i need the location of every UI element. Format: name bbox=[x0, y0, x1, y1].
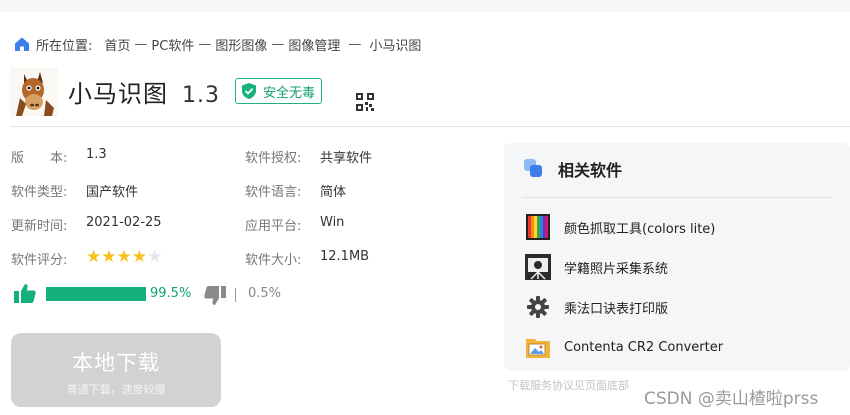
breadcrumb-separator: — bbox=[348, 36, 362, 52]
star-filled-icon: ★ bbox=[101, 247, 117, 267]
local-download-button[interactable]: 本地下载 普通下载，速度较慢 bbox=[11, 333, 221, 407]
breadcrumb-pc-software[interactable]: PC软件 bbox=[151, 35, 194, 54]
updated-value: 2021-02-25 bbox=[86, 215, 162, 230]
breadcrumb-separator: — bbox=[198, 36, 212, 52]
downvote-percent: 0.5% bbox=[248, 286, 282, 301]
safe-badge-label: 安全无毒 bbox=[263, 85, 316, 101]
header-divider bbox=[10, 126, 850, 127]
page-title: 小马识图 1.3 bbox=[68, 74, 220, 109]
breadcrumb-separator: — bbox=[134, 36, 148, 52]
folder-image-icon bbox=[524, 333, 552, 361]
star-filled-icon: ★ bbox=[131, 247, 147, 267]
related-item[interactable]: 学籍照片采集系统 bbox=[524, 253, 668, 281]
size-label: 软件大小: bbox=[245, 253, 302, 268]
related-item-label: Contenta CR2 Converter bbox=[564, 339, 724, 355]
safe-badge: 安全无毒 bbox=[235, 78, 323, 104]
updated-label: 更新时间: bbox=[11, 219, 68, 234]
thumbs-down-icon[interactable] bbox=[204, 286, 226, 306]
download-agreement-notice: 下载服务协议见页面底部 bbox=[508, 379, 629, 392]
download-button-sublabel: 普通下载，速度较慢 bbox=[66, 383, 166, 396]
software-version: 1.3 bbox=[182, 83, 220, 108]
platform-value: Win bbox=[320, 215, 345, 230]
related-title: 相关软件 bbox=[558, 161, 623, 180]
language-value: 简体 bbox=[320, 185, 347, 200]
camera-icon bbox=[524, 253, 552, 281]
language-label: 软件语言: bbox=[245, 185, 302, 200]
software-name: 小马识图 bbox=[68, 80, 168, 108]
related-item-label: 乘法口诀表打印版 bbox=[564, 301, 669, 317]
rating-stars: ★ ★ ★ ★ ★ bbox=[86, 249, 162, 266]
size-value: 12.1MB bbox=[320, 249, 370, 264]
qr-code-icon[interactable] bbox=[356, 93, 374, 111]
type-value: 国产软件 bbox=[86, 185, 139, 200]
download-button-label: 本地下载 bbox=[72, 351, 160, 375]
upvote-progress-fill bbox=[46, 287, 146, 301]
platform-label: 应用平台: bbox=[245, 219, 302, 234]
gear-icon bbox=[524, 293, 552, 321]
csdn-watermark: CSDN @卖山楂啦prss bbox=[644, 389, 819, 409]
color-bars-icon bbox=[524, 213, 552, 241]
upvote-percent: 99.5% bbox=[150, 286, 192, 301]
license-label: 软件授权: bbox=[245, 151, 302, 166]
breadcrumb-separator: — bbox=[271, 36, 285, 52]
breadcrumb-image-management[interactable]: 图像管理 bbox=[288, 35, 340, 54]
breadcrumb-graphics[interactable]: 图形图像 bbox=[215, 35, 267, 54]
version-value: 1.3 bbox=[86, 147, 107, 162]
related-divider bbox=[522, 197, 832, 198]
star-empty-icon: ★ bbox=[147, 247, 163, 267]
related-item[interactable]: 颜色抓取工具(colors lite) bbox=[524, 213, 715, 241]
breadcrumb-home[interactable]: 首页 bbox=[104, 35, 130, 54]
shield-check-icon bbox=[242, 83, 256, 99]
vote-divider bbox=[235, 288, 236, 302]
rating-label: 软件评分: bbox=[11, 253, 68, 268]
home-icon[interactable] bbox=[14, 36, 30, 52]
breadcrumb: 所在位置: 首页 — PC软件 — 图形图像 — 图像管理 — 小马识图 bbox=[14, 34, 421, 54]
breadcrumb-prefix: 所在位置: bbox=[36, 38, 93, 54]
upvote-progress-bar bbox=[46, 287, 146, 301]
type-label: 软件类型: bbox=[11, 185, 68, 200]
related-item-label: 颜色抓取工具(colors lite) bbox=[564, 221, 716, 237]
related-software-panel: 相关软件 颜色抓取工具(colors lite) 学籍照片采集系统 乘法口诀表打… bbox=[504, 143, 850, 371]
breadcrumb-current: 小马识图 bbox=[369, 38, 422, 54]
page-content: 所在位置: 首页 — PC软件 — 图形图像 — 图像管理 — 小马识图 小马识… bbox=[0, 12, 850, 415]
horse-logo-icon bbox=[10, 68, 58, 116]
license-value: 共享软件 bbox=[320, 151, 373, 166]
related-item-label: 学籍照片采集系统 bbox=[564, 261, 669, 277]
related-header: 相关软件 bbox=[524, 157, 622, 181]
related-item[interactable]: 乘法口诀表打印版 bbox=[524, 293, 668, 321]
related-item[interactable]: Contenta CR2 Converter bbox=[524, 333, 723, 361]
version-label: 版 本: bbox=[11, 151, 68, 166]
apps-icon bbox=[524, 159, 542, 177]
star-filled-icon: ★ bbox=[116, 247, 132, 267]
star-filled-icon: ★ bbox=[86, 247, 102, 267]
thumbs-up-icon[interactable] bbox=[14, 283, 36, 303]
